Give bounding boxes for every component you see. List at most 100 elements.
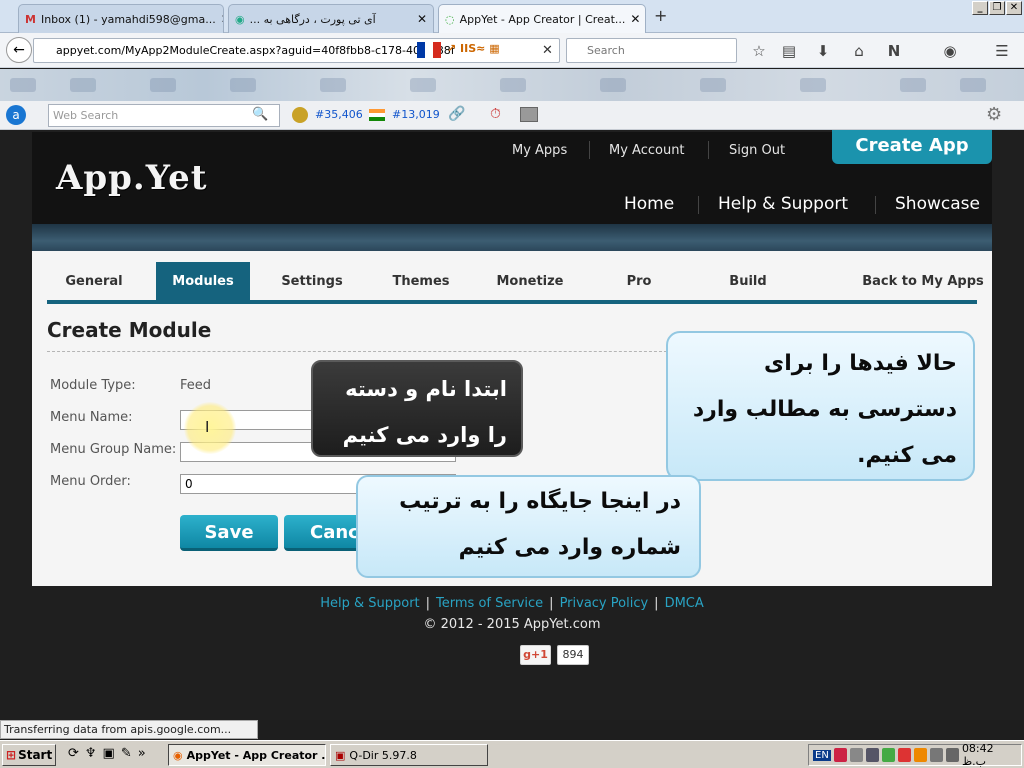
start-label: Start [18,748,53,762]
tab-itport[interactable]: ◉ آی تی پورت ، درگاهی به ... ✕ [228,4,434,33]
close-icon[interactable]: ✕ [417,12,427,26]
extension-icon[interactable]: N [884,41,904,61]
gear-icon[interactable]: ⚙ [986,104,1002,125]
nav-showcase[interactable]: Showcase [895,194,980,214]
annotation-bubble-right: حالا فیدها را برای دسترسی به مطالب وارد … [666,331,975,481]
back-icon[interactable]: ← [6,37,32,63]
tab-back-to-my-apps[interactable]: Back to My Apps [862,262,984,301]
tab-general[interactable]: General [47,262,141,301]
search-input[interactable]: Search [566,38,737,63]
browser-tab-bar: M Inbox (1) - yamahdi598@gma... ✕ ◉ آی ت… [0,0,1024,33]
stop-icon[interactable]: ✕ [542,43,553,58]
footer-dmca-link[interactable]: DMCA [665,596,704,611]
tab-appyet[interactable]: ◌ AppYet - App Creator | Creat... ✕ [438,4,646,33]
sign-out-link[interactable]: Sign Out [729,143,785,158]
url-text: appyet.com/MyApp2ModuleCreate.aspx?aguid… [56,44,455,57]
save-button[interactable]: Save [180,515,278,551]
language-indicator[interactable]: EN [813,749,831,761]
tray-icon[interactable] [929,748,943,762]
divider [875,196,876,214]
search-icon[interactable]: 🔍 [252,107,268,122]
module-type-label: Module Type: [50,378,136,393]
volume-icon[interactable] [945,748,959,762]
tab-pro[interactable]: Pro [592,262,686,301]
timer-icon[interactable]: ⏱ [490,106,501,122]
toolbar-logo-icon[interactable]: a [6,105,26,125]
search-placeholder: Search [587,44,625,57]
status-bar: Transferring data from apis.google.com..… [0,720,258,739]
close-icon[interactable]: ✕ [221,12,223,26]
create-app-button[interactable]: Create App [832,130,992,164]
footer-privacy-link[interactable]: Privacy Policy [560,596,649,611]
annotation-line: دسترسی به مطالب وارد [692,397,957,422]
annotation-line: در اینجا جایگاه را به ترتیب [399,489,681,514]
menu-icon[interactable]: ☰ [992,41,1012,61]
tray-icon[interactable] [833,748,847,762]
tray-icon[interactable] [897,748,911,762]
footer-help-link[interactable]: Help & Support [320,596,419,611]
id-card-icon[interactable] [520,107,538,122]
nav-help-support[interactable]: Help & Support [718,194,848,214]
taskbar: ⊞ Start ⟳♆▣✎» ◉ AppYet - App Creator ...… [0,740,1024,768]
task-qdir[interactable]: ▣ Q-Dir 5.97.8 [330,744,488,766]
my-apps-link[interactable]: My Apps [512,143,567,158]
my-account-link[interactable]: My Account [609,143,685,158]
link-icon[interactable]: 🔗 [448,106,465,122]
restore-icon[interactable]: ❐ [989,1,1005,15]
google-plus-button[interactable]: g+1 [520,645,551,665]
reading-list-icon[interactable]: ▤ [779,41,799,61]
close-window-icon[interactable]: ✕ [1006,1,1022,15]
clock[interactable]: 08:42 ب.ظ [962,742,1021,768]
dashed-divider [47,351,667,352]
divider [698,196,699,214]
globe-icon[interactable]: ◉ [940,41,960,61]
search-toolbar: a Web Search 🔍 #35,406 #13,019 🔗 ⏱ ⚙ [0,101,1024,130]
tray-icon[interactable] [913,748,927,762]
tab-label: Inbox (1) - yamahdi598@gma... [40,12,216,26]
copyright: © 2012 - 2015 AppYet.com [423,617,601,632]
addon-icons: ↗ IIS≈ ▦ [447,42,500,55]
global-rank: #35,406 [315,108,363,121]
tab-gmail[interactable]: M Inbox (1) - yamahdi598@gma... ✕ [18,4,224,33]
text-cursor-icon: I [205,418,210,436]
nav-home[interactable]: Home [624,194,674,214]
minimize-icon[interactable]: _ [972,1,988,15]
windows-logo-icon: ⊞ [6,748,17,762]
annotation-line: می کنیم. [857,443,957,468]
annotation-line: شماره وارد می کنیم [458,535,681,560]
menu-group-label: Menu Group Name: [50,442,177,457]
tab-build[interactable]: Build [701,262,795,301]
bookmark-star-icon[interactable]: ☆ [749,41,769,61]
start-button[interactable]: ⊞ Start [2,744,56,766]
download-icon[interactable]: ⬇ [813,41,833,61]
close-icon[interactable]: ✕ [630,12,640,26]
tray-icon[interactable] [849,748,863,762]
tab-label: آی تی پورت ، درگاهی به ... [249,12,376,26]
flag-icon [417,42,441,58]
bookmarks-bar [0,69,1024,101]
home-icon[interactable]: ⌂ [849,41,869,61]
gmail-icon: M [25,12,36,26]
quick-launch-icons[interactable]: ⟳♆▣✎» [68,746,152,761]
tab-monetize[interactable]: Monetize [483,262,577,301]
web-search-placeholder: Web Search [53,109,119,122]
loading-icon: ◌ [445,12,455,26]
tab-settings[interactable]: Settings [265,262,359,301]
divider [589,141,590,159]
tab-themes[interactable]: Themes [374,262,468,301]
tray-icon[interactable] [865,748,879,762]
annotation-bubble-bottom: در اینجا جایگاه را به ترتیب شماره وارد م… [356,475,701,578]
web-search-input[interactable]: Web Search [48,104,280,127]
page-title: Create Module [47,318,212,342]
tray-icon[interactable] [881,748,895,762]
site-logo[interactable]: App.Yet [56,158,207,198]
tab-modules[interactable]: Modules [156,262,250,301]
annotation-bubble-dark: ابتدا نام و دسته را وارد می کنیم [311,360,523,457]
new-tab-button[interactable]: + [654,6,667,25]
task-firefox[interactable]: ◉ AppYet - App Creator ... [168,744,326,766]
alexa-icon [292,107,308,123]
footer-terms-link[interactable]: Terms of Service [436,596,543,611]
annotation-line: حالا فیدها را برای [764,351,957,376]
menu-name-label: Menu Name: [50,410,133,425]
annotation-line: را وارد می کنیم [342,423,507,447]
